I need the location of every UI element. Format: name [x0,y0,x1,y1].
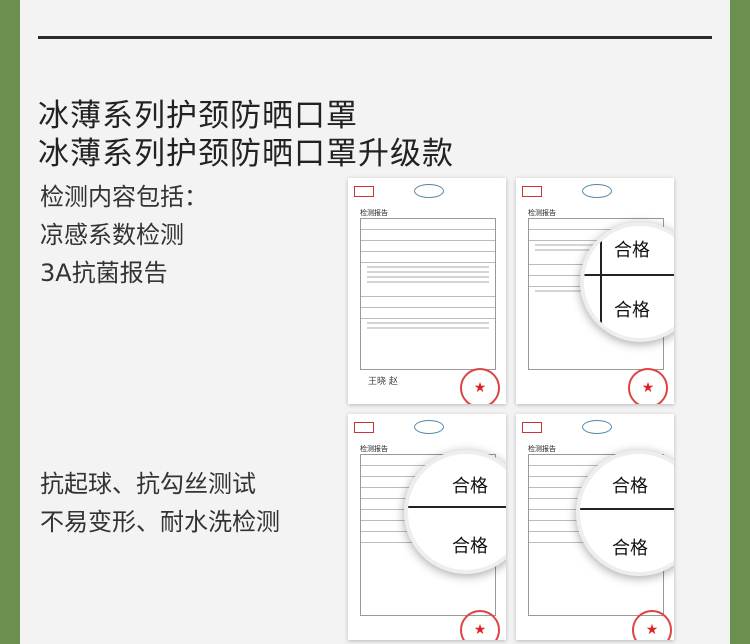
test-report-3: 检测报告 ★ 合格 合格 [348,414,506,640]
test-list-1: 检测内容包括： 凉感系数检测 3A抗菌报告 [40,178,208,292]
signature: 王晓 赵 [368,377,398,387]
test-list-heading: 检测内容包括： [40,183,208,211]
pass-label: 合格 [614,240,650,261]
pass-label: 合格 [612,538,648,559]
report-table [360,218,496,370]
top-divider [38,36,712,39]
test-item-cooling: 凉感系数检测 [40,221,184,249]
lab-logo-icon [354,422,374,433]
red-seal-icon: ★ [632,610,672,640]
test-item-antibacterial: 3A抗菌报告 [40,259,168,287]
pass-label: 合格 [452,536,488,557]
lab-logo-icon [522,186,542,197]
pass-label: 合格 [614,300,650,321]
cert-logo-icon [414,184,444,198]
report-header [522,420,668,440]
test-report-1: 检测报告 王晓 赵 ★ [348,178,506,404]
lab-logo-icon [522,422,542,433]
product-title-upgrade: 冰薄系列护颈防晒口罩升级款 [38,136,454,172]
test-list-2: 抗起球、抗勾丝测试 不易变形、耐水洗检测 [40,465,280,541]
report-header [522,184,668,204]
report-header [354,420,500,440]
test-report-2: 检测报告 ★ 合格 合格 [516,178,674,404]
pass-label: 合格 [452,476,488,497]
report-title: 检测报告 [360,209,388,217]
page-frame: 冰薄系列护颈防晒口罩 冰薄系列护颈防晒口罩升级款 检测内容包括： 凉感系数检测 … [20,0,730,644]
red-seal-icon: ★ [460,368,500,404]
lab-logo-icon [354,186,374,197]
cert-logo-icon [582,184,612,198]
test-report-4: 检测报告 ★ 合格 合格 [516,414,674,640]
report-header [354,184,500,204]
red-seal-icon: ★ [628,368,668,404]
pass-label: 合格 [612,476,648,497]
cert-logo-icon [414,420,444,434]
test-item-washing: 不易变形、耐水洗检测 [40,508,280,536]
cert-logo-icon [582,420,612,434]
report-title: 检测报告 [528,209,556,217]
report-title: 检测报告 [528,445,556,453]
test-item-pilling: 抗起球、抗勾丝测试 [40,470,256,498]
report-title: 检测报告 [360,445,388,453]
